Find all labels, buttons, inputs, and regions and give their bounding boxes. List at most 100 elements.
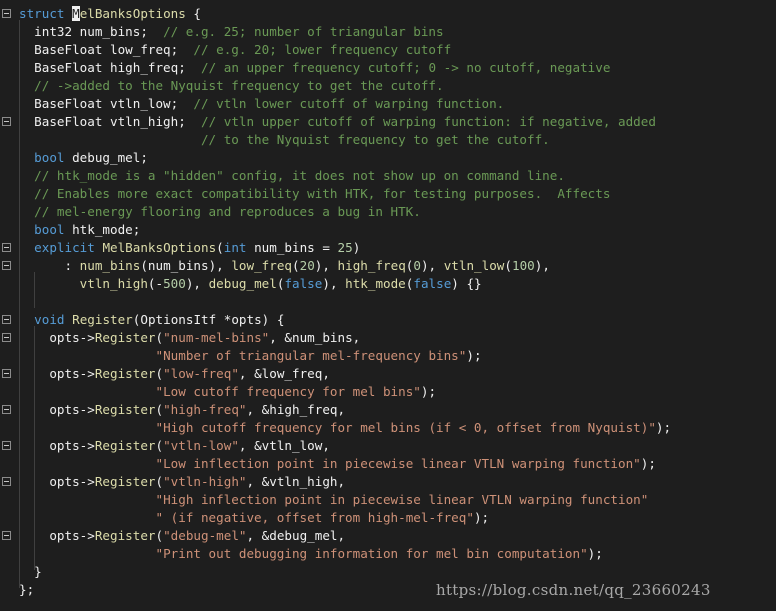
collapse-minus-icon[interactable] <box>2 477 11 486</box>
code-token: : <box>19 258 80 273</box>
code-line[interactable]: int32 num_bins; // e.g. 25; number of tr… <box>0 23 776 41</box>
code-token: ( <box>155 330 164 345</box>
code-line[interactable]: opts->Register("high-freq", &high_freq, <box>0 401 776 419</box>
code-token: " (if negative, offset from high-mel-fre… <box>155 510 474 525</box>
code-line[interactable]: opts->Register("debug-mel", &debug_mel, <box>0 527 776 545</box>
collapse-minus-icon[interactable] <box>2 261 11 270</box>
code-text: // Enables more exact compatibility with… <box>19 185 610 203</box>
code-token: "Low inflection point in piecewise linea… <box>155 456 641 471</box>
code-text: opts->Register("vtln-low", &vtln_low, <box>19 437 330 455</box>
collapse-minus-icon[interactable] <box>2 405 11 414</box>
code-token: 25 <box>337 240 353 255</box>
code-token: // e.g. 25; number of triangular bins <box>163 24 444 39</box>
code-token: debug_mel <box>208 276 277 291</box>
code-line[interactable]: BaseFloat high_freq; // an upper frequen… <box>0 59 776 77</box>
code-line[interactable]: void Register(OptionsItf *opts) { <box>0 311 776 329</box>
code-text: "Low cutoff frequency for mel bins"); <box>19 383 436 401</box>
code-token: elBanksOptions <box>79 6 186 21</box>
code-text: "Low inflection point in piecewise linea… <box>19 455 655 473</box>
code-line[interactable]: explicit MelBanksOptions(int num_bins = … <box>0 239 776 257</box>
code-token: Register <box>94 330 156 345</box>
collapse-minus-icon[interactable] <box>2 9 11 18</box>
code-token: ) {} <box>451 276 482 291</box>
collapse-minus-icon[interactable] <box>2 369 11 378</box>
code-token: ( <box>155 438 164 453</box>
code-token: 500 <box>163 276 186 291</box>
code-line[interactable]: opts->Register("vtln-low", &vtln_low, <box>0 437 776 455</box>
collapse-minus-icon[interactable] <box>2 441 11 450</box>
code-line[interactable]: // Enables more exact compatibility with… <box>0 185 776 203</box>
code-token: }; <box>19 582 35 597</box>
collapse-minus-icon[interactable] <box>2 315 11 324</box>
code-token: "vtln-low" <box>163 438 239 453</box>
code-line[interactable]: BaseFloat vtln_high; // vtln upper cutof… <box>0 113 776 131</box>
code-line[interactable]: opts->Register("low-freq", &low_freq, <box>0 365 776 383</box>
code-line[interactable] <box>0 293 776 311</box>
code-line[interactable]: "High cutoff frequency for mel bins (if … <box>0 419 776 437</box>
code-line[interactable]: "Low inflection point in piecewise linea… <box>0 455 776 473</box>
code-text: // mel-energy flooring and reproduces a … <box>19 203 421 221</box>
code-text: opts->Register("low-freq", &low_freq, <box>19 365 330 383</box>
collapse-minus-icon[interactable] <box>2 243 11 252</box>
code-token: (OptionsItf *opts) { <box>132 312 285 327</box>
code-line[interactable]: } <box>0 563 776 581</box>
code-text: BaseFloat vtln_low; // vtln lower cutoff… <box>19 95 504 113</box>
code-line[interactable]: bool htk_mode; <box>0 221 776 239</box>
code-token: ( <box>292 258 300 273</box>
code-line[interactable]: "Print out debugging information for mel… <box>0 545 776 563</box>
code-token: debug_mel; <box>64 150 148 165</box>
code-token: vtln_high <box>79 276 148 291</box>
code-token: ); <box>473 510 490 525</box>
code-text: "Number of triangular mel-frequency bins… <box>19 347 482 365</box>
code-token: M <box>72 6 80 21</box>
code-token: ); <box>420 384 437 399</box>
code-token: (num_bins), <box>140 258 232 273</box>
code-line[interactable]: opts->Register("vtln-high", &vtln_high, <box>0 473 776 491</box>
code-line[interactable]: // mel-energy flooring and reproduces a … <box>0 203 776 221</box>
code-token: BaseFloat high_freq; <box>19 60 201 75</box>
code-line[interactable]: BaseFloat vtln_low; // vtln lower cutoff… <box>0 95 776 113</box>
code-token: "High inflection point in piecewise line… <box>155 492 649 507</box>
code-text: explicit MelBanksOptions(int num_bins = … <box>19 239 360 257</box>
code-text: // ->added to the Nyquist frequency to g… <box>19 77 443 95</box>
code-line[interactable]: vtln_high(-500), debug_mel(false), htk_m… <box>0 275 776 293</box>
code-line[interactable]: "Number of triangular mel-frequency bins… <box>0 347 776 365</box>
code-text: int32 num_bins; // e.g. 25; number of tr… <box>19 23 444 41</box>
code-text: "High inflection point in piecewise line… <box>19 491 648 509</box>
code-line[interactable]: " (if negative, offset from high-mel-fre… <box>0 509 776 527</box>
code-token: bool <box>34 150 65 165</box>
code-token: high_freq <box>337 258 406 273</box>
code-token: ( <box>155 402 164 417</box>
code-line[interactable]: : num_bins(num_bins), low_freq(20), high… <box>0 257 776 275</box>
code-token: vtln_low <box>443 258 505 273</box>
code-line[interactable]: "High inflection point in piecewise line… <box>0 491 776 509</box>
code-text: void Register(OptionsItf *opts) { <box>19 311 284 329</box>
code-line[interactable]: // ->added to the Nyquist frequency to g… <box>0 77 776 95</box>
code-line[interactable]: // to the Nyquist frequency to get the c… <box>0 131 776 149</box>
code-line[interactable]: opts->Register("num-mel-bins", &num_bins… <box>0 329 776 347</box>
code-token: ( <box>216 240 224 255</box>
code-line[interactable]: bool debug_mel; <box>0 149 776 167</box>
code-text: "High cutoff frequency for mel bins (if … <box>19 419 671 437</box>
code-token: // to the Nyquist frequency to get the c… <box>19 132 550 147</box>
code-token: ); <box>466 348 482 363</box>
code-token: ( <box>155 366 164 381</box>
code-token: bool <box>34 222 65 237</box>
code-line[interactable]: struct MelBanksOptions { <box>0 5 776 23</box>
code-token: "debug-mel" <box>163 528 247 543</box>
code-line[interactable]: BaseFloat low_freq; // e.g. 20; lower fr… <box>0 41 776 59</box>
code-line[interactable]: // htk_mode is a "hidden" config, it doe… <box>0 167 776 185</box>
collapse-minus-icon[interactable] <box>2 531 11 540</box>
code-token: Register <box>94 402 156 417</box>
code-editor[interactable]: struct MelBanksOptions { int32 num_bins;… <box>0 0 776 611</box>
code-token: Register <box>94 438 156 453</box>
collapse-minus-icon[interactable] <box>2 117 11 126</box>
collapse-minus-icon[interactable] <box>2 333 11 342</box>
code-line[interactable]: "Low cutoff frequency for mel bins"); <box>0 383 776 401</box>
code-text: bool debug_mel; <box>19 149 148 167</box>
